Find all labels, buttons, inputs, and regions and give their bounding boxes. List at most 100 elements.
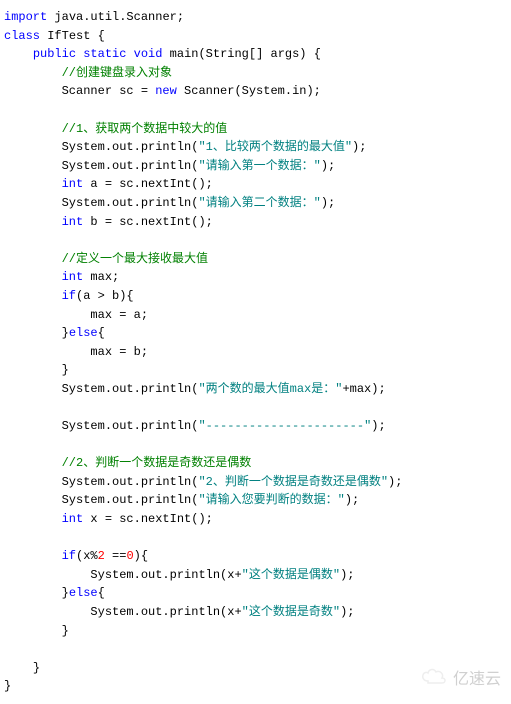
blank-line	[4, 398, 507, 417]
keyword-new: new	[155, 84, 177, 98]
code-line: if(x%2 ==0){	[4, 547, 507, 566]
code-text: }	[62, 363, 69, 377]
code-text: main(String[] args) {	[162, 47, 320, 61]
code-text: System.out.println(x+	[90, 605, 241, 619]
code-text: System.out.println(	[62, 493, 199, 507]
code-text: {	[98, 586, 105, 600]
number-literal: 2	[98, 549, 105, 563]
blank-line	[4, 436, 507, 455]
string-literal: "----------------------"	[198, 419, 371, 433]
code-line: }	[4, 622, 507, 641]
comment: //创建键盘录入对象	[62, 66, 172, 80]
code-text: a = sc.nextInt();	[83, 177, 213, 191]
string-literal: "2、判断一个数据是奇数还是偶数"	[198, 475, 388, 489]
code-line: //定义一个最大接收最大值	[4, 250, 507, 269]
code-text: System.out.println(x+	[90, 568, 241, 582]
code-line: int a = sc.nextInt();	[4, 175, 507, 194]
code-line: System.out.println(x+"这个数据是奇数");	[4, 603, 507, 622]
code-text: (x%	[76, 549, 98, 563]
string-literal: "请输入第二个数据："	[198, 196, 320, 210]
keyword-int: int	[62, 177, 84, 191]
code-text: }	[62, 624, 69, 638]
string-literal: "请输入您要判断的数据："	[198, 493, 344, 507]
code-text: max;	[83, 270, 119, 284]
string-literal: "请输入第一个数据："	[198, 159, 320, 173]
code-block: import java.util.Scanner; class IfTest {…	[4, 8, 507, 696]
keyword-import: import	[4, 10, 47, 24]
code-text: System.out.println(	[62, 475, 199, 489]
code-text: System.out.println(	[62, 140, 199, 154]
code-text: System.out.println(	[62, 159, 199, 173]
code-text: IfTest {	[40, 29, 105, 43]
code-text: }	[62, 586, 69, 600]
code-line: }	[4, 361, 507, 380]
comment: //2、判断一个数据是奇数还是偶数	[62, 456, 252, 470]
code-line: max = a;	[4, 306, 507, 325]
code-text: );	[388, 475, 402, 489]
watermark: 亿速云	[421, 667, 501, 694]
code-line: //创建键盘录入对象	[4, 64, 507, 83]
string-literal: "1、比较两个数据的最大值"	[198, 140, 352, 154]
code-line: System.out.println("请输入第二个数据：");	[4, 194, 507, 213]
code-text: System.out.println(	[62, 382, 199, 396]
code-line: class IfTest {	[4, 27, 507, 46]
keyword-public: public	[33, 47, 76, 61]
code-line: max = b;	[4, 343, 507, 362]
code-text: ==	[105, 549, 127, 563]
code-line: Scanner sc = new Scanner(System.in);	[4, 82, 507, 101]
blank-line	[4, 231, 507, 250]
code-text: {	[98, 326, 105, 340]
code-text: Scanner(System.in);	[177, 84, 321, 98]
blank-line	[4, 101, 507, 120]
keyword-if: if	[62, 289, 76, 303]
code-text: System.out.println(	[62, 419, 199, 433]
watermark-text: 亿速云	[453, 668, 501, 693]
code-text: );	[345, 493, 359, 507]
code-text: max = b;	[90, 345, 148, 359]
code-line: System.out.println(x+"这个数据是偶数");	[4, 566, 507, 585]
indent	[4, 47, 33, 61]
code-text: max = a;	[90, 308, 148, 322]
code-text: );	[321, 196, 335, 210]
code-line: System.out.println("请输入您要判断的数据：");	[4, 491, 507, 510]
code-text: );	[340, 605, 354, 619]
code-text: );	[371, 419, 385, 433]
code-line: System.out.println("1、比较两个数据的最大值");	[4, 138, 507, 157]
keyword-void: void	[134, 47, 163, 61]
code-text: x = sc.nextInt();	[83, 512, 213, 526]
code-text: +max);	[342, 382, 385, 396]
code-text: Scanner sc =	[62, 84, 156, 98]
code-line: }else{	[4, 324, 507, 343]
code-text: );	[352, 140, 366, 154]
code-line: int b = sc.nextInt();	[4, 213, 507, 232]
code-text: ){	[134, 549, 148, 563]
keyword-int: int	[62, 512, 84, 526]
code-text: );	[340, 568, 354, 582]
code-line: System.out.println("请输入第一个数据：");	[4, 157, 507, 176]
code-line: //2、判断一个数据是奇数还是偶数	[4, 454, 507, 473]
code-line: //1、获取两个数据中较大的值	[4, 120, 507, 139]
code-text: System.out.println(	[62, 196, 199, 210]
code-text: java.util.Scanner;	[47, 10, 184, 24]
blank-line	[4, 529, 507, 548]
code-text: (a > b){	[76, 289, 134, 303]
cloud-icon	[421, 667, 449, 694]
string-literal: "这个数据是偶数"	[242, 568, 340, 582]
comment: //1、获取两个数据中较大的值	[62, 122, 228, 136]
code-line: int x = sc.nextInt();	[4, 510, 507, 529]
code-text: }	[62, 326, 69, 340]
keyword-else: else	[69, 586, 98, 600]
code-line: System.out.println("两个数的最大值max是："+max);	[4, 380, 507, 399]
keyword-else: else	[69, 326, 98, 340]
code-line: if(a > b){	[4, 287, 507, 306]
keyword-int: int	[62, 215, 84, 229]
code-text: b = sc.nextInt();	[83, 215, 213, 229]
code-line: import java.util.Scanner;	[4, 8, 507, 27]
code-line: System.out.println("2、判断一个数据是奇数还是偶数");	[4, 473, 507, 492]
code-text: }	[4, 679, 11, 693]
keyword-class: class	[4, 29, 40, 43]
keyword-if: if	[62, 549, 76, 563]
code-line: }else{	[4, 584, 507, 603]
code-line: int max;	[4, 268, 507, 287]
code-text: }	[33, 661, 40, 675]
